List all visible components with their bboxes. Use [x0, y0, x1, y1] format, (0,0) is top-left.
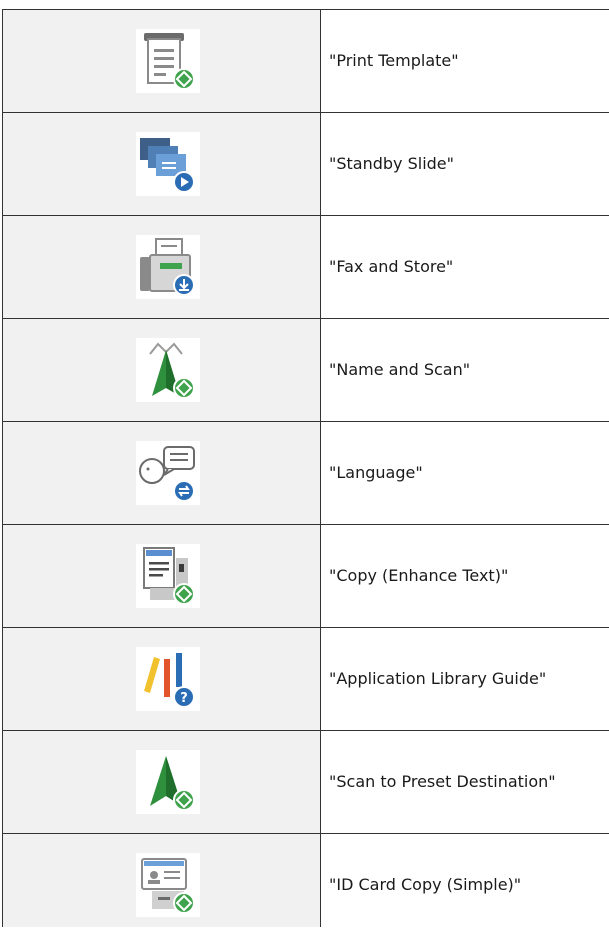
- print-template-icon: [136, 29, 200, 93]
- app-name: "Language": [329, 463, 423, 482]
- table-row: "Name and Scan": [0, 319, 609, 422]
- app-name: "Fax and Store": [329, 257, 454, 276]
- table-row: "Copy (Enhance Text)": [0, 525, 609, 628]
- scan-to-preset-destination-icon: [136, 750, 200, 814]
- app-name: "Name and Scan": [329, 360, 471, 379]
- table-row: "Standby Slide": [0, 113, 609, 216]
- app-name: "Standby Slide": [329, 154, 455, 173]
- app-name: "Copy (Enhance Text)": [329, 566, 509, 585]
- id-card-copy-icon: [136, 853, 200, 917]
- label-cell: "Name and Scan": [321, 319, 609, 422]
- label-cell: "Scan to Preset Destination": [321, 731, 609, 834]
- table-row: "Print Template": [0, 10, 609, 113]
- label-cell: "Fax and Store": [321, 216, 609, 319]
- icon-cell: [2, 216, 321, 319]
- icon-cell: [2, 834, 321, 927]
- table-row: "Fax and Store": [0, 216, 609, 319]
- label-cell: "Print Template": [321, 10, 609, 113]
- label-cell: "Application Library Guide": [321, 628, 609, 731]
- app-name: "Application Library Guide": [329, 669, 547, 688]
- fax-and-store-icon: [136, 235, 200, 299]
- icon-cell: ?: [2, 628, 321, 731]
- app-name: "ID Card Copy (Simple)": [329, 875, 522, 894]
- icon-cell: [2, 319, 321, 422]
- table-row: "Scan to Preset Destination": [0, 731, 609, 834]
- standby-slide-icon: [136, 132, 200, 196]
- table-row: "ID Card Copy (Simple)": [0, 834, 609, 937]
- table-row: "Language": [0, 422, 609, 525]
- table-row: ? "Application Library Guide": [0, 628, 609, 731]
- copy-enhance-text-icon: [136, 544, 200, 608]
- language-icon: [136, 441, 200, 505]
- name-and-scan-icon: [136, 338, 200, 402]
- label-cell: "Language": [321, 422, 609, 525]
- app-name: "Print Template": [329, 51, 459, 70]
- label-cell: "ID Card Copy (Simple)": [321, 834, 609, 927]
- icon-cell: [2, 10, 321, 113]
- icon-cell: [2, 113, 321, 216]
- svg-text:?: ?: [180, 691, 188, 706]
- label-cell: "Copy (Enhance Text)": [321, 525, 609, 628]
- label-cell: "Standby Slide": [321, 113, 609, 216]
- icon-cell: [2, 525, 321, 628]
- icon-cell: [2, 422, 321, 525]
- icon-cell: [2, 731, 321, 834]
- application-library-guide-icon: ?: [136, 647, 200, 711]
- app-name: "Scan to Preset Destination": [329, 772, 556, 791]
